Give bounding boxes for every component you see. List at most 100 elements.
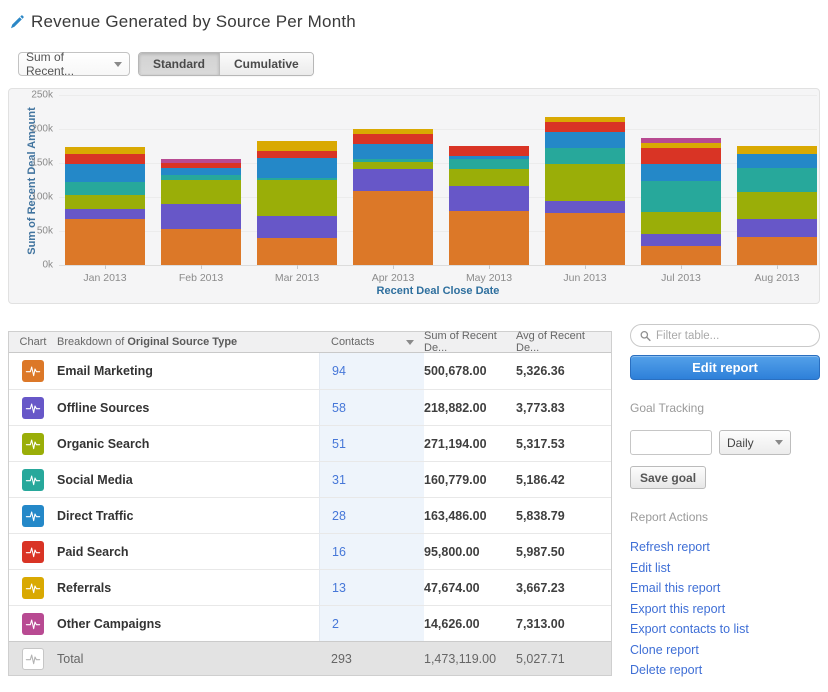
bar-segment-referrals[interactable]	[737, 146, 817, 154]
bar-segment-email-marketing[interactable]	[737, 237, 817, 265]
stacked-bar-may-2013[interactable]	[449, 146, 529, 265]
action-link-delete-report[interactable]: Delete report	[630, 660, 820, 681]
table-row-social-media: Social Media31160,779.005,186.42	[9, 461, 611, 497]
bar-segment-direct-traffic[interactable]	[737, 154, 817, 168]
bar-segment-organic-search[interactable]	[641, 212, 721, 234]
bar-segment-paid-search[interactable]	[257, 151, 337, 158]
col-header-chart: Chart	[9, 332, 57, 352]
page-title: Revenue Generated by Source Per Month	[31, 12, 356, 32]
gridline	[59, 129, 817, 130]
action-link-edit-list[interactable]: Edit list	[630, 558, 820, 579]
edit-pencil-icon[interactable]	[10, 15, 24, 29]
sum-value: 95,800.00	[424, 534, 516, 569]
action-link-clone-report[interactable]: Clone report	[630, 640, 820, 661]
goal-frequency-select[interactable]: Daily	[719, 430, 791, 455]
bar-segment-organic-search[interactable]	[65, 195, 145, 209]
contacts-link[interactable]: 16	[332, 545, 346, 559]
contacts-header-label: Contacts	[331, 336, 374, 348]
action-link-refresh-report[interactable]: Refresh report	[630, 537, 820, 558]
col-header-avg: Avg of Recent De...	[516, 332, 611, 352]
edit-report-button[interactable]: Edit report	[630, 355, 820, 380]
stacked-bar-jul-2013[interactable]	[641, 138, 721, 265]
bar-segment-organic-search[interactable]	[257, 180, 337, 216]
bar-segment-organic-search[interactable]	[449, 169, 529, 186]
bar-segment-email-marketing[interactable]	[641, 246, 721, 265]
x-tick-label: May 2013	[466, 272, 512, 284]
bar-segment-organic-search[interactable]	[353, 162, 433, 169]
bar-segment-social-media[interactable]	[641, 181, 721, 212]
bar-segment-offline-sources[interactable]	[545, 201, 625, 213]
bar-segment-email-marketing[interactable]	[449, 211, 529, 265]
contacts-link[interactable]: 31	[332, 473, 346, 487]
bar-segment-organic-search[interactable]	[737, 192, 817, 219]
bar-segment-email-marketing[interactable]	[65, 219, 145, 265]
action-link-export-this-report[interactable]: Export this report	[630, 599, 820, 620]
bar-segment-direct-traffic[interactable]	[161, 168, 241, 175]
stacked-bar-mar-2013[interactable]	[257, 141, 337, 265]
table-row-offline-sources: Offline Sources58218,882.003,773.83	[9, 389, 611, 425]
bar-segment-referrals[interactable]	[257, 141, 337, 151]
bar-segment-organic-search[interactable]	[545, 164, 625, 201]
metric-dropdown[interactable]: Sum of Recent...	[18, 52, 130, 76]
filter-table-input[interactable]	[656, 330, 810, 342]
bar-segment-direct-traffic[interactable]	[545, 132, 625, 148]
bar-segment-offline-sources[interactable]	[257, 216, 337, 238]
stacked-bar-jan-2013[interactable]	[65, 147, 145, 265]
filter-table-field[interactable]	[630, 324, 820, 347]
action-link-email-this-report[interactable]: Email this report	[630, 578, 820, 599]
bar-segment-email-marketing[interactable]	[545, 213, 625, 265]
contacts-link[interactable]: 51	[332, 437, 346, 451]
x-tick-label: Jul 2013	[661, 272, 701, 284]
bar-segment-direct-traffic[interactable]	[353, 144, 433, 159]
contacts-link[interactable]: 58	[332, 401, 346, 415]
stacked-bar-jun-2013[interactable]	[545, 117, 625, 265]
avg-value: 3,667.23	[516, 570, 611, 605]
bar-segment-email-marketing[interactable]	[161, 229, 241, 265]
bar-segment-offline-sources[interactable]	[641, 234, 721, 246]
stacked-bar-feb-2013[interactable]	[161, 159, 241, 265]
bar-segment-social-media[interactable]	[449, 159, 529, 169]
chart-controls: Sum of Recent... Standard Cumulative	[18, 52, 314, 76]
bar-segment-offline-sources[interactable]	[737, 219, 817, 237]
col-header-contacts[interactable]: Contacts	[319, 332, 424, 352]
source-label: Paid Search	[57, 534, 319, 569]
stacked-bar-apr-2013[interactable]	[353, 129, 433, 265]
x-tick-label: Jun 2013	[563, 272, 606, 284]
bar-segment-email-marketing[interactable]	[257, 238, 337, 265]
bar-segment-paid-search[interactable]	[449, 146, 529, 156]
bar-segment-social-media[interactable]	[737, 168, 817, 192]
toggle-standard-button[interactable]: Standard	[139, 53, 219, 75]
bar-segment-offline-sources[interactable]	[449, 186, 529, 211]
bar-segment-paid-search[interactable]	[641, 148, 721, 164]
bar-segment-social-media[interactable]	[65, 182, 145, 195]
bar-segment-offline-sources[interactable]	[353, 169, 433, 191]
bar-segment-direct-traffic[interactable]	[641, 164, 721, 181]
bar-segment-direct-traffic[interactable]	[65, 164, 145, 182]
toggle-cumulative-button[interactable]: Cumulative	[219, 53, 313, 75]
bar-segment-paid-search[interactable]	[353, 134, 433, 144]
action-link-export-contacts-to-list[interactable]: Export contacts to list	[630, 619, 820, 640]
col-header-sum: Sum of Recent De...	[424, 332, 516, 352]
x-tick	[585, 265, 586, 269]
bar-segment-organic-search[interactable]	[161, 180, 241, 204]
y-axis-title: Sum of Recent Deal Amount	[26, 96, 38, 266]
contacts-link[interactable]: 28	[332, 509, 346, 523]
sparkline-icon	[22, 469, 44, 491]
goal-amount-input[interactable]	[630, 430, 712, 455]
bar-segment-email-marketing[interactable]	[353, 191, 433, 265]
bar-segment-paid-search[interactable]	[545, 122, 625, 132]
contacts-link[interactable]: 2	[332, 617, 339, 631]
source-label: Offline Sources	[57, 390, 319, 425]
breakdown-table: Chart Breakdown of Original Source Type …	[8, 331, 612, 676]
bar-segment-offline-sources[interactable]	[65, 209, 145, 219]
stacked-bar-aug-2013[interactable]	[737, 146, 817, 265]
bar-segment-direct-traffic[interactable]	[257, 158, 337, 178]
bar-segment-offline-sources[interactable]	[161, 204, 241, 229]
contacts-link[interactable]: 13	[332, 581, 346, 595]
bar-segment-paid-search[interactable]	[65, 154, 145, 164]
y-tick-label: 150k	[31, 158, 53, 169]
contacts-link[interactable]: 94	[332, 364, 346, 378]
bar-segment-social-media[interactable]	[545, 148, 625, 164]
save-goal-button[interactable]: Save goal	[630, 466, 706, 489]
bar-segment-referrals[interactable]	[65, 147, 145, 154]
